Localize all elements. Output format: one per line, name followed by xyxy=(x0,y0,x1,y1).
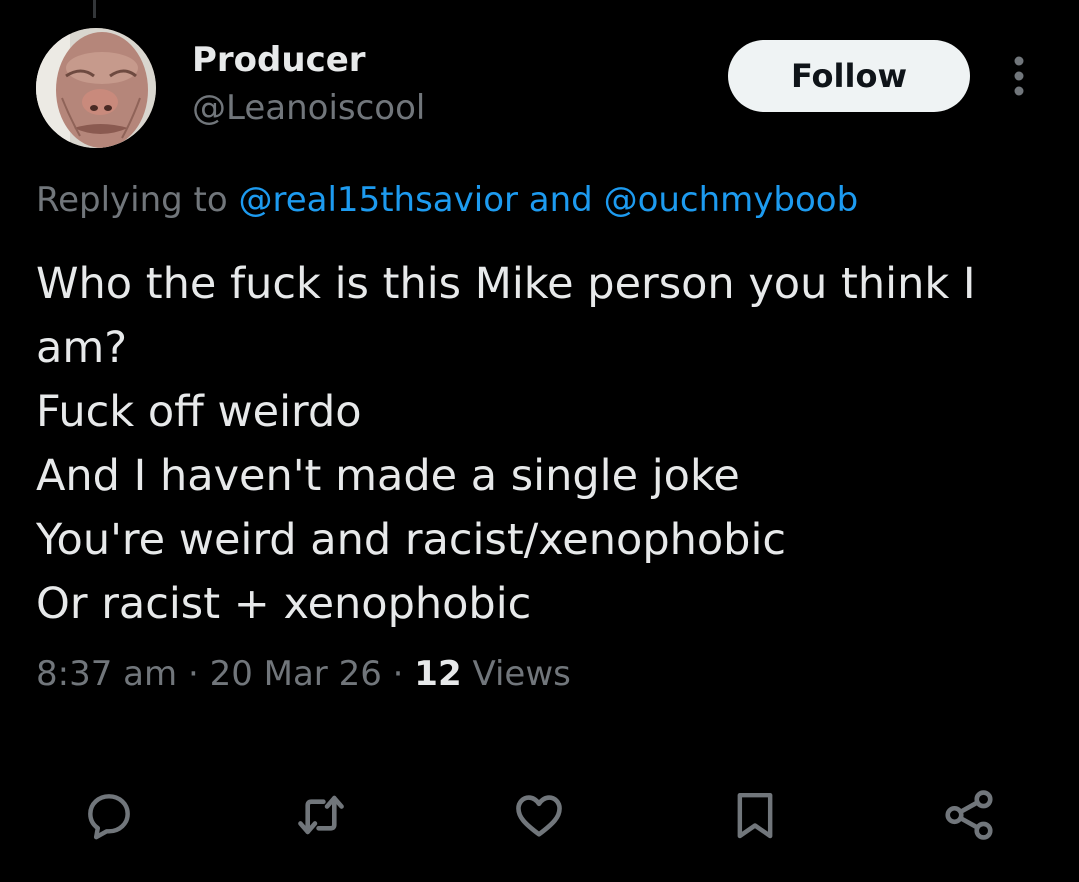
avatar-photo-icon xyxy=(36,28,156,148)
tweet-line: Fuck off weirdo xyxy=(36,387,362,437)
mention-link[interactable]: @ouchmyboob xyxy=(604,180,859,220)
tweet-line: am? xyxy=(36,323,128,373)
more-options-icon[interactable] xyxy=(1004,52,1034,100)
tweet-line: And I haven't made a single joke xyxy=(36,451,740,501)
views-label[interactable]: Views xyxy=(472,654,570,694)
tweet-line: You're weird and racist/xenophobic xyxy=(36,515,787,565)
author-display-name[interactable]: Producer xyxy=(192,40,366,80)
bookmark-icon[interactable] xyxy=(720,780,790,850)
meta-separator: · xyxy=(187,654,199,694)
tweet-line: Who the fuck is this Mike person you thi… xyxy=(36,259,976,309)
tweet-text: Who the fuck is this Mike person you thi… xyxy=(36,252,1046,636)
mention-conjunction[interactable]: and xyxy=(529,180,593,220)
like-icon[interactable] xyxy=(504,780,574,850)
reply-prefix: Replying to xyxy=(36,180,228,220)
mention-link[interactable]: @real15thsavior xyxy=(239,180,518,220)
author-handle[interactable]: @Leanoiscool xyxy=(192,88,425,128)
retweet-icon[interactable] xyxy=(286,780,356,850)
action-bar xyxy=(0,780,1079,850)
reply-icon[interactable] xyxy=(74,780,144,850)
reply-context: Replying to @real15thsavior and @ouchmyb… xyxy=(36,180,858,220)
tweet-line: Or racist + xenophobic xyxy=(36,579,532,629)
thread-connector-line xyxy=(93,0,96,18)
views-count[interactable]: 12 xyxy=(414,654,461,694)
tweet-date[interactable]: 20 Mar 26 xyxy=(210,654,382,694)
tweet-metadata: 8:37 am · 20 Mar 26 · 12 Views xyxy=(36,654,571,694)
share-icon[interactable] xyxy=(934,780,1004,850)
avatar[interactable] xyxy=(36,28,156,148)
meta-separator: · xyxy=(392,654,404,694)
tweet-time[interactable]: 8:37 am xyxy=(36,654,177,694)
follow-button[interactable]: Follow xyxy=(728,40,970,112)
